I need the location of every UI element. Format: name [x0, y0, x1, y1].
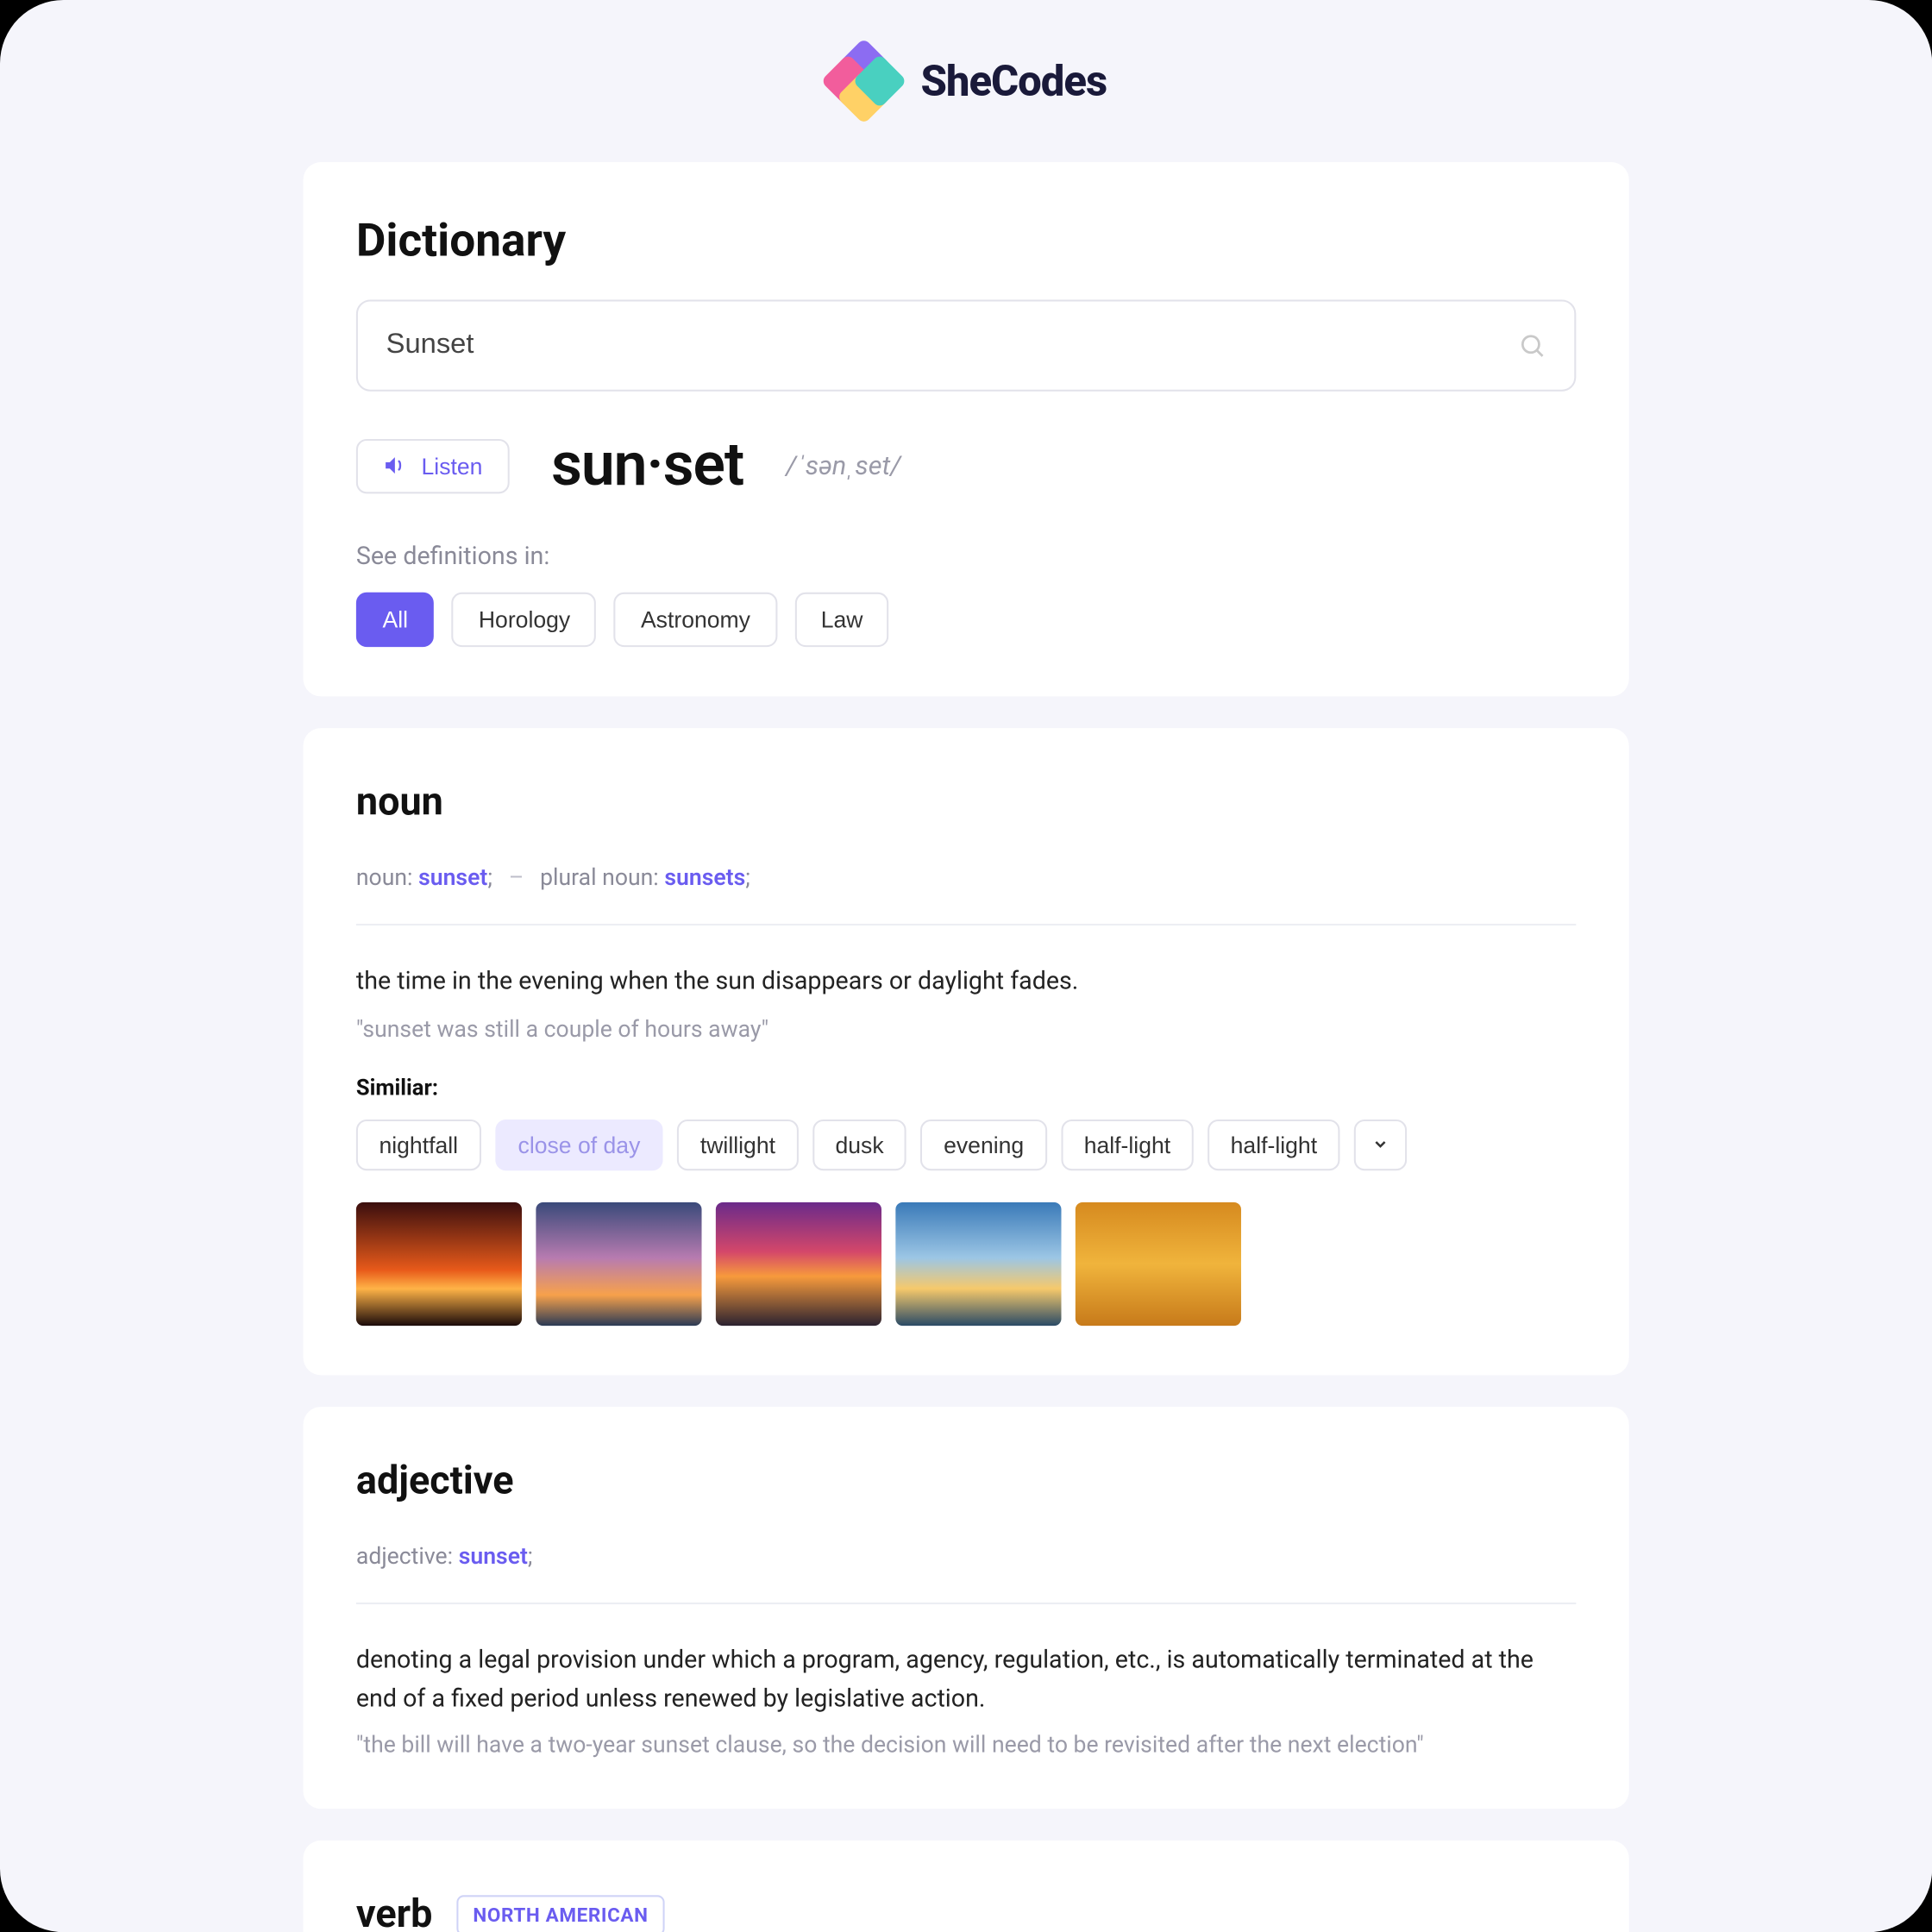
category-law[interactable]: Law [794, 593, 889, 647]
chevron-down-icon [1371, 1136, 1389, 1153]
image-row [356, 1202, 1576, 1326]
example-text: "sunset was still a couple of hours away… [356, 1017, 1576, 1044]
listen-button[interactable]: Listen [356, 438, 509, 492]
synonym-row: nightfall close of day twillight dusk ev… [356, 1119, 1576, 1170]
definition-text: denoting a legal provision under which a… [356, 1643, 1576, 1720]
volume-icon [383, 453, 408, 478]
headword: sun·set [551, 430, 743, 501]
thumbnail-image[interactable] [356, 1202, 522, 1326]
phonetic: /ˈsənˌset/ [786, 449, 900, 481]
pos-heading-verb: verb NORTH AMERICAN [356, 1894, 1576, 1932]
example-text: "the bill will have a two-year sunset cl… [356, 1734, 1576, 1760]
synonym-expand-button[interactable] [1354, 1119, 1407, 1170]
card-verb: verb NORTH AMERICAN verb: sunset; – 3rd … [304, 1841, 1629, 1932]
synonym-chip[interactable]: nightfall [356, 1119, 481, 1170]
synonym-chip-highlighted[interactable]: close of day [495, 1119, 663, 1170]
synonym-chip[interactable]: twillight [677, 1119, 798, 1170]
forms-line-noun: noun: sunset; – plural noun: sunsets; [356, 860, 1576, 925]
definition-text: the time in the evening when the sun dis… [356, 964, 1576, 1002]
card-noun: noun noun: sunset; – plural noun: sunset… [304, 728, 1629, 1375]
thumbnail-image[interactable] [895, 1202, 1061, 1326]
pos-heading-noun: noun [356, 781, 1576, 825]
brand-logo: SheCodes [0, 42, 1932, 120]
pos-heading-adjective: adjective [356, 1459, 1576, 1503]
listen-label: Listen [422, 452, 483, 479]
logo-icon [825, 42, 903, 120]
card-search: Dictionary Listen sun·set /ˈsənˌset/ See… [304, 162, 1629, 696]
search-box[interactable] [356, 299, 1576, 391]
region-badge: NORTH AMERICAN [457, 1896, 664, 1932]
thumbnail-image[interactable] [716, 1202, 881, 1326]
page-title: Dictionary [356, 215, 1576, 267]
category-astronomy[interactable]: Astronomy [614, 593, 776, 647]
synonym-chip[interactable]: half-light [1208, 1119, 1340, 1170]
forms-line-adjective: adjective: sunset; [356, 1539, 1576, 1604]
synonym-chip[interactable]: half-light [1061, 1119, 1194, 1170]
synonym-chip[interactable]: dusk [812, 1119, 906, 1170]
search-input[interactable] [386, 329, 1518, 361]
synonym-chip[interactable]: evening [921, 1119, 1047, 1170]
category-row: All Horology Astronomy Law [356, 593, 1576, 647]
brand-name: SheCodes [920, 56, 1107, 105]
category-horology[interactable]: Horology [452, 593, 597, 647]
thumbnail-image[interactable] [536, 1202, 701, 1326]
category-all[interactable]: All [356, 593, 435, 647]
see-definitions-label: See definitions in: [356, 543, 1576, 572]
card-adjective: adjective adjective: sunset; denoting a … [304, 1407, 1629, 1810]
search-icon [1518, 331, 1546, 360]
thumbnail-image[interactable] [1076, 1202, 1241, 1326]
similar-label: Similiar: [356, 1075, 1576, 1101]
